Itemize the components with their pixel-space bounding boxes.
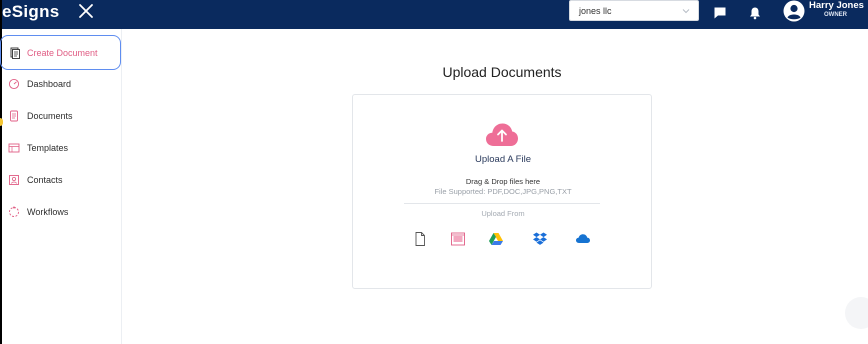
file-supported-text: File Supported: PDF,DOC,JPG,PNG,TXT [434,187,572,196]
sidebar-item-label: Create Document [27,47,98,58]
template-icon[interactable] [450,231,466,247]
page-title: Upload Documents [442,64,562,80]
dropbox-icon[interactable] [532,231,548,247]
dashboard-icon [8,78,20,90]
google-drive-icon[interactable] [488,231,504,247]
upload-from-label: Upload From [481,209,525,218]
help-button[interactable] [845,297,868,329]
templates-icon [8,143,20,153]
user-role: OWNER [824,12,847,18]
sidebar-item-contacts[interactable]: Contacts [2,164,122,196]
sidebar-item-dashboard[interactable]: Dashboard [2,68,122,100]
divider [404,203,600,204]
sidebar-item-documents[interactable]: Documents [2,100,122,132]
sidebar-item-label: Dashboard [27,79,72,89]
blank-file-icon[interactable] [412,231,428,247]
sidebar-item-label: Documents [27,111,73,121]
cloud-upload-icon[interactable] [485,122,519,148]
avatar[interactable] [783,0,805,22]
workflows-icon [9,206,19,217]
chevron-down-icon [682,9,690,14]
sidebar-item-label: Contacts [27,175,63,185]
bell-icon[interactable] [748,6,762,20]
onedrive-icon[interactable] [575,231,591,247]
close-icon[interactable] [77,2,95,20]
user-name[interactable]: Harry Jones [809,0,864,11]
sidebar: Create Document Dashboard Documents Temp… [0,29,122,344]
upload-dropzone[interactable]: Upload A File Drag & Drop files here Fil… [352,94,652,289]
sidebar-item-create-document[interactable]: Create Document [0,35,121,70]
sidebar-item-workflows[interactable]: Workflows [2,196,122,228]
documents-icon [10,110,18,122]
chat-icon[interactable] [713,6,727,20]
upload-file-title[interactable]: Upload A File [353,154,653,165]
organization-select-value: jones llc [579,6,612,16]
sidebar-item-templates[interactable]: Templates [2,132,122,164]
sidebar-item-label: Workflows [27,207,69,217]
organization-select[interactable]: jones llc [569,0,699,21]
contacts-icon [9,175,19,185]
sidebar-item-label: Templates [27,143,69,153]
app-logo[interactable]: eSigns [2,2,60,22]
top-bar [0,0,868,29]
create-document-icon [10,47,20,59]
drag-drop-text: Drag & Drop files here [465,177,541,186]
